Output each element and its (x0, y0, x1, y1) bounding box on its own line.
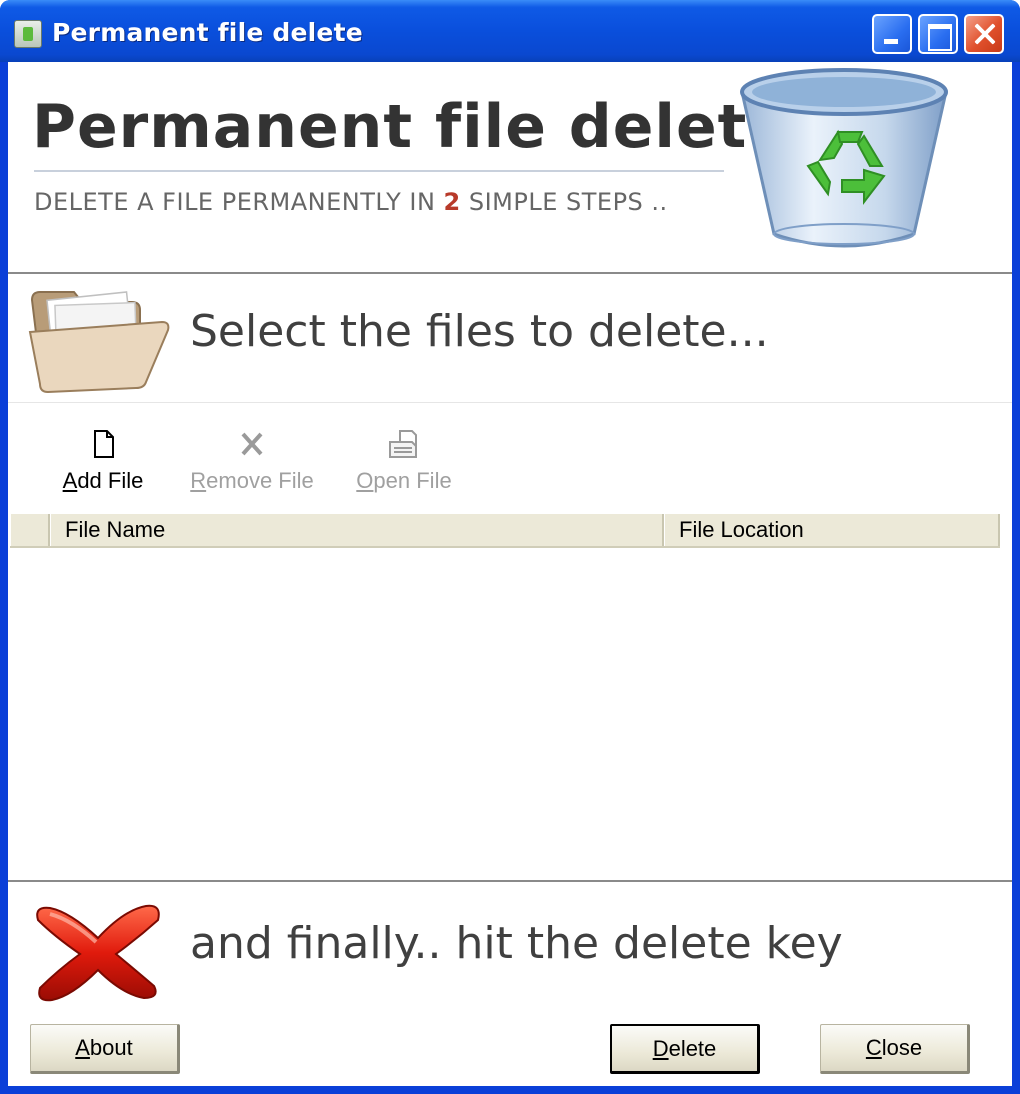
title-divider (34, 170, 724, 172)
close-window-button[interactable] (964, 14, 1004, 54)
maximize-button[interactable] (918, 14, 958, 54)
remove-x-icon (241, 432, 263, 456)
delete-heading: and finally.. hit the delete key (190, 918, 843, 969)
open-file-label: Open File (356, 468, 452, 493)
section-divider (8, 272, 1012, 275)
column-header-file-name[interactable]: File Name (50, 514, 664, 546)
app-icon[interactable] (14, 20, 42, 48)
close-button[interactable]: Close (820, 1024, 970, 1074)
select-files-section: Select the files to delete... (8, 276, 1012, 402)
open-file-icon (389, 430, 417, 458)
file-toolbar: Add File Remove File Open File (8, 412, 1012, 512)
subtitle-text-start: DELETE A FILE PERMANENTLY IN (34, 188, 444, 216)
subtitle-number: 2 (443, 188, 461, 216)
title-bar[interactable]: Permanent file delete (0, 0, 1020, 62)
column-header-file-location[interactable]: File Location (664, 514, 1000, 546)
column-header-spacer[interactable] (10, 514, 50, 546)
add-file-label: Add File (62, 468, 144, 493)
red-x-icon (36, 904, 160, 1002)
remove-file-label: Remove File (190, 468, 314, 493)
header-banner: Permanent file delete DELETE A FILE PERM… (8, 62, 1012, 272)
section-divider (8, 880, 1012, 883)
subtitle: DELETE A FILE PERMANENTLY IN 2 SIMPLE ST… (34, 188, 668, 216)
about-button[interactable]: About (30, 1024, 180, 1074)
list-body[interactable] (10, 548, 1010, 880)
window-title: Permanent file delete (52, 18, 363, 47)
add-file-button[interactable]: Add File (48, 424, 158, 500)
app-window: Permanent file delete Permanent file del… (0, 0, 1020, 1094)
delete-button[interactable]: Delete (610, 1024, 760, 1074)
file-list[interactable]: File Name File Location (10, 514, 1010, 880)
delete-section: and finally.. hit the delete key (8, 888, 1012, 1018)
open-file-button[interactable]: Open File (352, 424, 456, 500)
app-title: Permanent file delete (32, 92, 790, 162)
select-files-heading: Select the files to delete... (190, 306, 769, 357)
remove-file-button[interactable]: Remove File (184, 424, 320, 500)
folder-icon (28, 291, 170, 394)
subtitle-text-end: SIMPLE STEPS .. (460, 188, 668, 216)
list-header: File Name File Location (10, 514, 1000, 548)
recycle-bin-icon (740, 68, 948, 248)
new-file-icon (94, 430, 114, 458)
toolbar-divider (8, 402, 1012, 403)
minimize-button[interactable] (872, 14, 912, 54)
client-area: Permanent file delete DELETE A FILE PERM… (8, 62, 1012, 1086)
